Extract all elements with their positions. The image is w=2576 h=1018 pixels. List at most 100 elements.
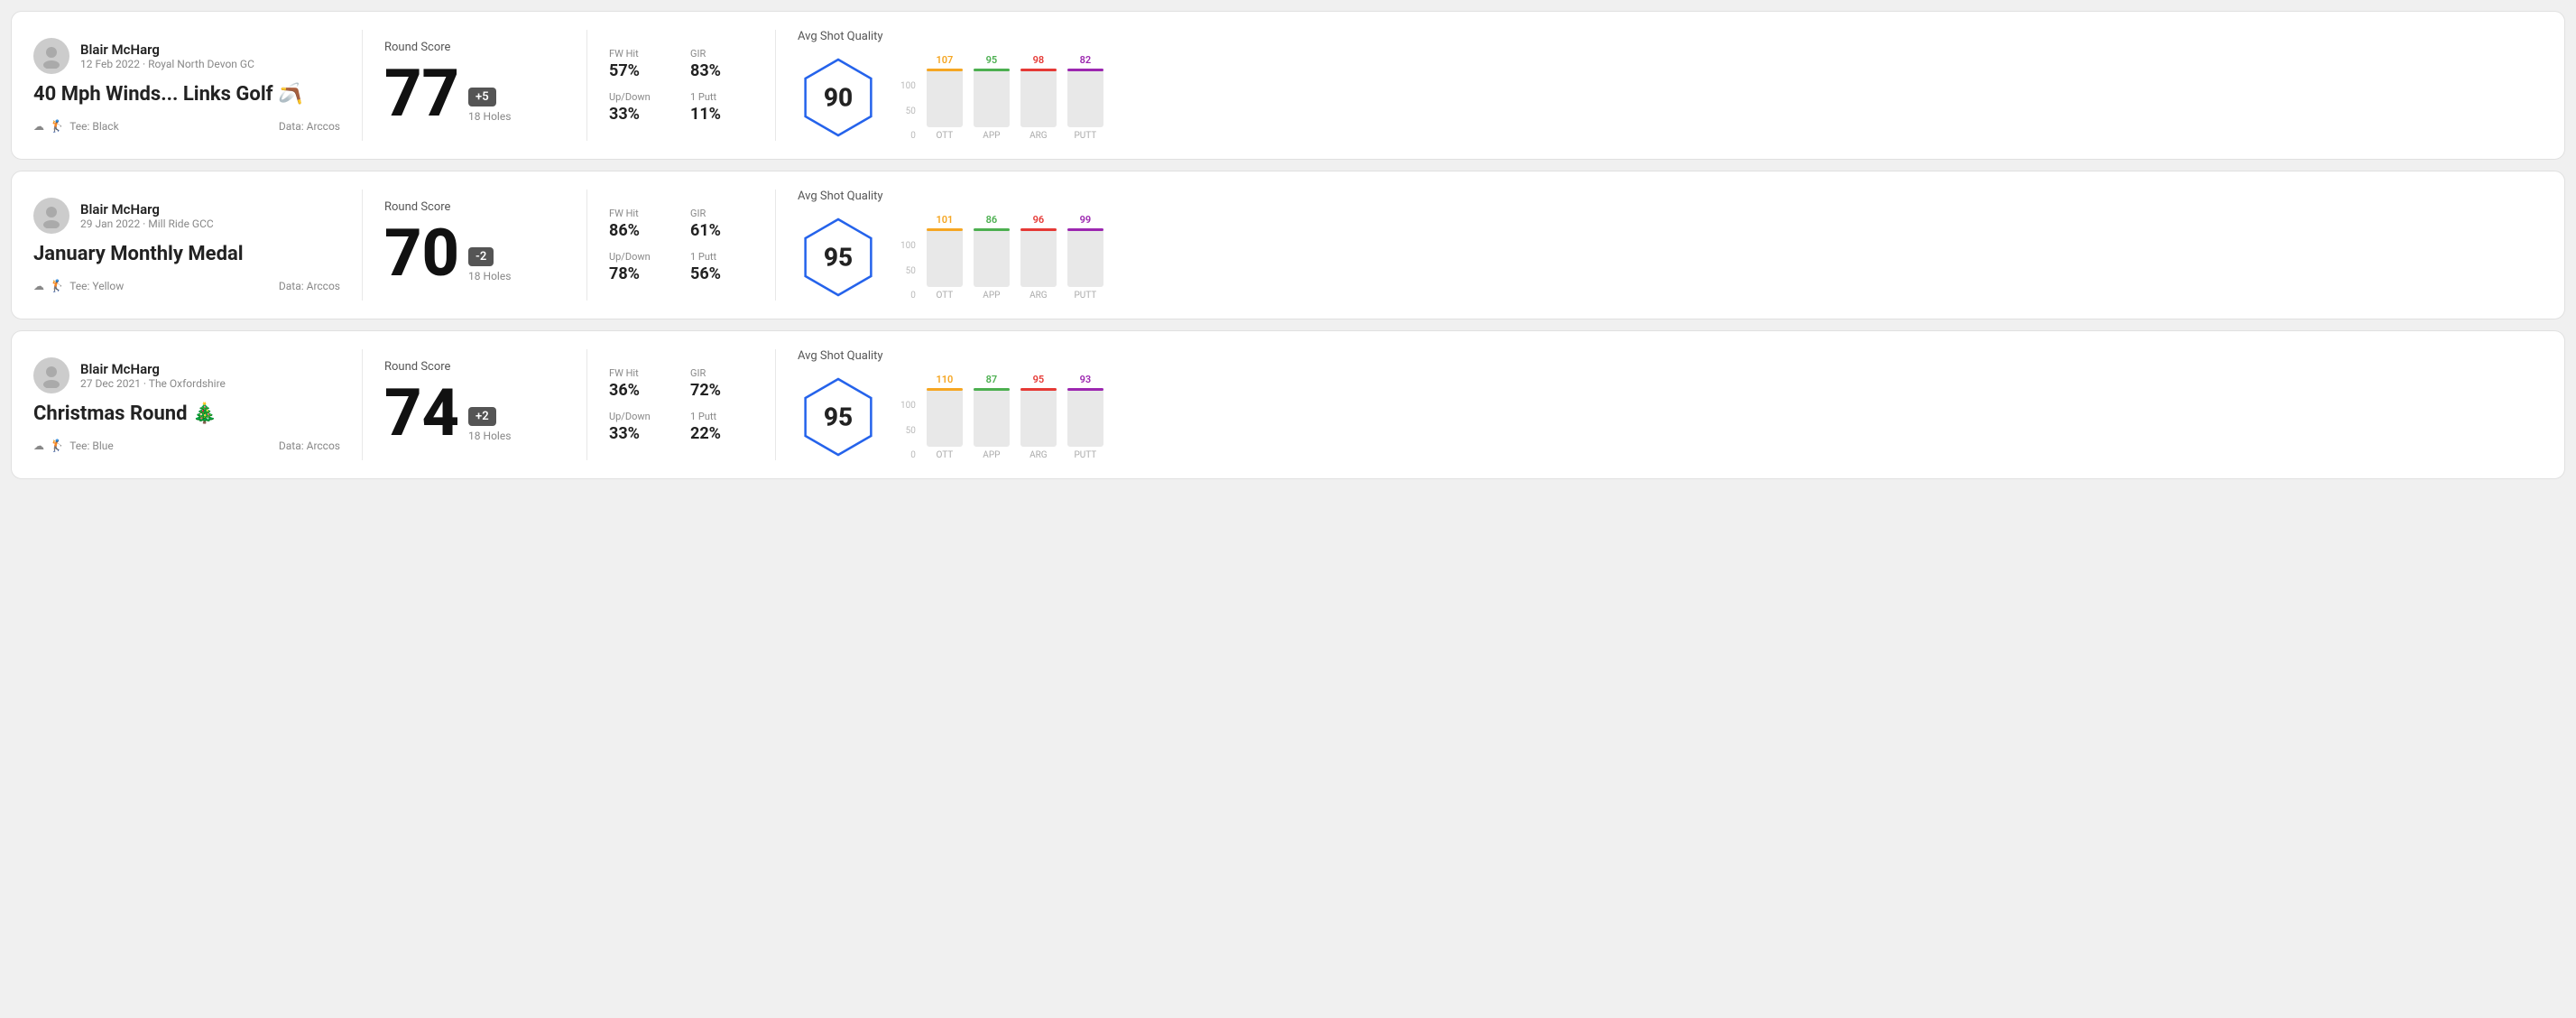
stat-oneputt: 1 Putt 22% xyxy=(690,411,753,443)
fw-hit-label: FW Hit xyxy=(609,48,672,60)
score-label: Round Score xyxy=(384,360,565,374)
tee-info: ☁ 🏌 Tee: Yellow xyxy=(33,280,124,293)
gir-label: GIR xyxy=(690,367,753,379)
y-label-0: 0 xyxy=(910,451,916,460)
weather-icon: ☁ xyxy=(33,280,44,292)
user-info: Blair McHarg 29 Jan 2022 · Mill Ride GCC xyxy=(80,201,214,230)
fw-hit-value: 86% xyxy=(609,221,672,240)
y-axis: 100 50 0 xyxy=(900,82,916,141)
quality-inner: Avg Shot Quality 95 100 50 xyxy=(798,190,1103,301)
divider-1 xyxy=(362,190,363,301)
bar-line-app xyxy=(974,228,1010,231)
score-label: Round Score xyxy=(384,200,565,214)
bar-col-arg: 96 ARG xyxy=(1020,214,1057,301)
avatar xyxy=(33,357,69,393)
bar-x-label-putt: PUTT xyxy=(1074,131,1096,141)
tee-row: ☁ 🏌 Tee: Yellow Data: Arccos xyxy=(33,280,340,293)
quality-content: 95 100 50 0 110 xyxy=(798,374,1103,460)
bar-value-putt: 99 xyxy=(1080,214,1092,226)
bar-x-label-app: APP xyxy=(983,131,1000,141)
tee-info: ☁ 🏌 Tee: Blue xyxy=(33,440,114,453)
user-date-course: 29 Jan 2022 · Mill Ride GCC xyxy=(80,217,214,230)
card-left-section: Blair McHarg 27 Dec 2021 · The Oxfordshi… xyxy=(33,357,340,453)
avatar xyxy=(33,198,69,234)
hexagon-container: 95 xyxy=(798,376,879,458)
stat-updown: Up/Down 33% xyxy=(609,91,672,124)
bar-col-ott: 110 OTT xyxy=(927,374,963,460)
bar-chart: 100 50 0 107 OTT 95 xyxy=(900,54,1103,141)
bar-col-app: 87 APP xyxy=(974,374,1010,460)
bar-line-arg xyxy=(1020,228,1057,231)
user-name: Blair McHarg xyxy=(80,361,226,377)
person-icon xyxy=(39,363,64,388)
user-date-course: 27 Dec 2021 · The Oxfordshire xyxy=(80,377,226,390)
bar-value-arg: 98 xyxy=(1033,54,1045,66)
score-section: Round Score 77 +5 18 Holes xyxy=(384,41,565,130)
avatar xyxy=(33,38,69,74)
user-row: Blair McHarg 29 Jan 2022 · Mill Ride GCC xyxy=(33,198,340,234)
bar-x-label-app: APP xyxy=(983,450,1000,460)
score-number: 77 xyxy=(384,61,459,126)
quality-section: Avg Shot Quality 95 100 50 xyxy=(798,349,2543,460)
stats-grid: FW Hit 36% GIR 72% Up/Down 33% 1 Putt 22… xyxy=(609,367,753,443)
stat-updown: Up/Down 78% xyxy=(609,251,672,283)
stat-gir: GIR 61% xyxy=(690,208,753,240)
updown-value: 33% xyxy=(609,424,672,443)
user-info: Blair McHarg 27 Dec 2021 · The Oxfordshi… xyxy=(80,361,226,390)
bar-x-label-arg: ARG xyxy=(1029,291,1048,301)
bar-line-app xyxy=(974,388,1010,391)
weather-icon: ☁ xyxy=(33,440,44,452)
bar-chart: 100 50 0 110 OTT 87 xyxy=(900,374,1103,460)
bar-x-label-app: APP xyxy=(983,291,1000,301)
tee-label: Tee: Blue xyxy=(69,440,114,452)
bar-col-app: 95 APP xyxy=(974,54,1010,141)
bar-x-label-putt: PUTT xyxy=(1074,291,1096,301)
round-card-2: Blair McHarg 29 Jan 2022 · Mill Ride GCC… xyxy=(11,171,2565,319)
y-axis: 100 50 0 xyxy=(900,242,916,301)
score-modifier: +5 xyxy=(468,88,496,106)
bar-x-label-ott: OTT xyxy=(936,291,953,301)
stats-section: FW Hit 57% GIR 83% Up/Down 33% 1 Putt 11… xyxy=(609,48,753,124)
bar-line-putt xyxy=(1067,388,1103,391)
bar-bg-app xyxy=(974,228,1010,287)
score-number: 74 xyxy=(384,381,459,446)
score-badge-col: +5 18 Holes xyxy=(468,88,511,123)
stat-updown: Up/Down 33% xyxy=(609,411,672,443)
hexagon: 90 xyxy=(798,57,879,138)
quality-inner: Avg Shot Quality 95 100 50 xyxy=(798,349,1103,460)
gir-value: 72% xyxy=(690,381,753,400)
user-row: Blair McHarg 27 Dec 2021 · The Oxfordshi… xyxy=(33,357,340,393)
bar-col-arg: 95 ARG xyxy=(1020,374,1057,460)
bar-line-arg xyxy=(1020,388,1057,391)
bar-line-ott xyxy=(927,228,963,231)
score-row: 70 -2 18 Holes xyxy=(384,221,565,286)
stat-gir: GIR 83% xyxy=(690,48,753,80)
weather-icon: ☁ xyxy=(33,120,44,133)
bar-bg-putt xyxy=(1067,69,1103,127)
gir-value: 61% xyxy=(690,221,753,240)
tee-row: ☁ 🏌 Tee: Black Data: Arccos xyxy=(33,120,340,134)
bar-line-ott xyxy=(927,388,963,391)
bar-value-ott: 107 xyxy=(936,54,953,66)
divider-1 xyxy=(362,349,363,460)
stat-oneputt: 1 Putt 11% xyxy=(690,91,753,124)
divider-3 xyxy=(775,349,776,460)
holes-label: 18 Holes xyxy=(468,110,511,123)
bar-value-ott: 110 xyxy=(936,374,953,385)
bar-bg-arg xyxy=(1020,388,1057,447)
holes-label: 18 Holes xyxy=(468,430,511,442)
person-icon xyxy=(39,203,64,228)
stat-fw-hit: FW Hit 36% xyxy=(609,367,672,400)
holes-label: 18 Holes xyxy=(468,270,511,282)
bar-bg-arg xyxy=(1020,69,1057,127)
score-row: 74 +2 18 Holes xyxy=(384,381,565,446)
quality-inner: Avg Shot Quality 90 100 50 xyxy=(798,30,1103,141)
tee-info: ☁ 🏌 Tee: Black xyxy=(33,120,119,134)
score-badge-col: -2 18 Holes xyxy=(468,247,511,282)
round-card-1: Blair McHarg 12 Feb 2022 · Royal North D… xyxy=(11,11,2565,160)
tee-label: Tee: Black xyxy=(69,120,118,133)
bar-col-putt: 93 PUTT xyxy=(1067,374,1103,460)
quality-content: 90 100 50 0 107 xyxy=(798,54,1103,141)
tee-label: Tee: Yellow xyxy=(69,280,124,292)
bar-value-putt: 93 xyxy=(1080,374,1092,385)
